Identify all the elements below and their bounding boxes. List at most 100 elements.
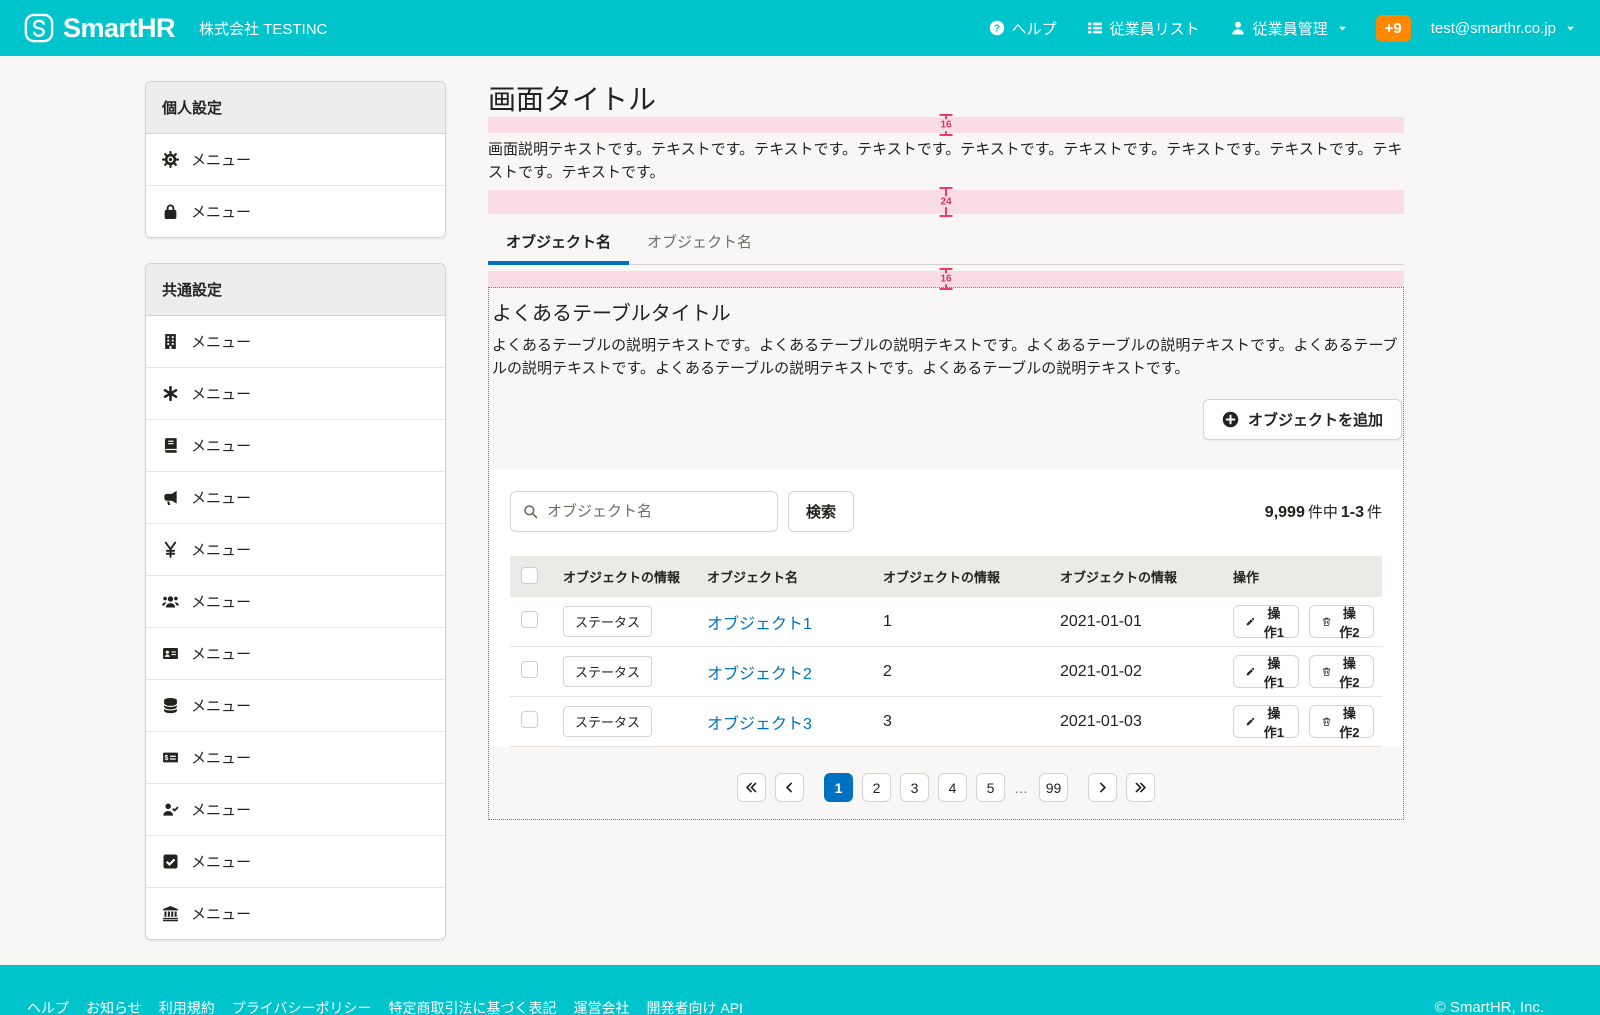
footer-link[interactable]: プライバシーポリシー — [232, 998, 372, 1015]
footer-link[interactable]: 利用規約 — [159, 998, 215, 1015]
result-count: 9,999件中1-3件 — [1265, 501, 1382, 522]
sidebar-menu-item[interactable]: $ メニュー — [146, 731, 445, 783]
sidebar-menu-item[interactable]: メニュー — [146, 887, 445, 939]
sidebar-menu-item[interactable]: メニュー — [146, 316, 445, 367]
tab-1-active[interactable]: オブジェクト名 — [488, 222, 629, 264]
header-nav-item[interactable]: 従業員リスト — [1087, 18, 1200, 39]
pagination-last-button[interactable] — [1126, 773, 1155, 802]
measure-label: 16 — [938, 119, 953, 131]
sidebar-menu-item[interactable]: メニュー — [146, 471, 445, 523]
pagination-page-2[interactable]: 2 — [862, 773, 891, 802]
account-menu[interactable]: test@smarthr.co.jp — [1431, 20, 1576, 37]
footer-link[interactable]: 開発者向け API — [646, 998, 742, 1015]
select-all-checkbox[interactable] — [521, 567, 538, 584]
sidebar-section-title: 共通設定 — [146, 264, 445, 316]
row-select-cell — [510, 611, 563, 633]
app-footer: ヘルプお知らせ利用規約プライバシーポリシー特定商取引法に基づく表記運営会社開発者… — [0, 965, 1600, 1015]
object-link[interactable]: オブジェクト3 — [707, 716, 812, 733]
search-icon — [523, 504, 538, 519]
app-header: SmartHR 株式会社 TESTINC ? ヘルプ 従業員リスト 従業員管理 … — [0, 0, 1600, 56]
chevron-right-icon — [1096, 781, 1109, 794]
pagination-page-5[interactable]: 5 — [976, 773, 1005, 802]
sidebar-menu-item[interactable]: メニュー — [146, 783, 445, 835]
sidebar-menu-item[interactable]: メニュー — [146, 134, 445, 185]
tab-2[interactable]: オブジェクト名 — [629, 222, 770, 264]
row-action-button[interactable]: 操作2 — [1309, 655, 1375, 688]
table-row: ステータス オブジェクト3 3 2021-01-03 操作1 操作2 — [510, 697, 1382, 747]
row-action-button[interactable]: 操作2 — [1309, 605, 1375, 638]
chevrons-right-icon — [1134, 781, 1147, 794]
pagination-page-4[interactable]: 4 — [938, 773, 967, 802]
chevron-left-icon — [783, 781, 796, 794]
sidebar-menu-item[interactable]: メニュー — [146, 419, 445, 471]
actions-cell: 操作1 操作2 — [1233, 655, 1382, 688]
pagination-first-button[interactable] — [737, 773, 766, 802]
sidebar-menu-item[interactable]: メニュー — [146, 523, 445, 575]
account-email: test@smarthr.co.jp — [1431, 20, 1556, 37]
pagination: 12345…99 — [490, 773, 1402, 802]
pagination-page-3[interactable]: 3 — [900, 773, 929, 802]
sidebar-menu-item[interactable]: メニュー — [146, 185, 445, 237]
status-badge: ステータス — [563, 706, 652, 737]
landmark-icon — [162, 905, 179, 922]
table-card: 検索 9,999件中1-3件 オブジェクトの情報オブジェクト名オブジェクトの情報… — [490, 469, 1402, 747]
lock-icon — [162, 203, 179, 220]
sidebar-menu-list: メニュー メニュー — [146, 134, 445, 237]
row-action-button[interactable]: 操作1 — [1233, 705, 1299, 738]
users-icon — [162, 593, 179, 610]
check-square-icon — [162, 853, 179, 870]
add-object-label: オブジェクトを追加 — [1248, 409, 1383, 430]
search-input[interactable] — [547, 503, 765, 520]
row-select-cell — [510, 711, 563, 733]
footer-link[interactable]: 特定商取引法に基づく表記 — [388, 998, 556, 1015]
object-link[interactable]: オブジェクト2 — [707, 666, 812, 683]
id-card-icon — [162, 645, 179, 662]
question-circle-icon: ? — [989, 20, 1005, 36]
sidebar-menu-item[interactable]: メニュー — [146, 627, 445, 679]
spacing-annotation-16: 16 — [488, 271, 1404, 287]
add-object-button[interactable]: オブジェクトを追加 — [1203, 399, 1402, 440]
status-badge: ステータス — [563, 656, 652, 687]
pencil-icon — [1246, 615, 1255, 628]
sidebar-menu-item[interactable]: メニュー — [146, 367, 445, 419]
actions-cell: 操作1 操作2 — [1233, 605, 1382, 638]
row-action-button[interactable]: 操作1 — [1233, 655, 1299, 688]
object-link[interactable]: オブジェクト1 — [707, 616, 812, 633]
row-action-button[interactable]: 操作2 — [1309, 705, 1375, 738]
page-description: 画面説明テキストです。テキストです。テキストです。テキストです。テキストです。テ… — [488, 138, 1404, 185]
search-button[interactable]: 検索 — [788, 491, 854, 532]
sidebar-menu-item[interactable]: メニュー — [146, 679, 445, 731]
column-header: 操作 — [1233, 567, 1382, 586]
sidebar-menu-item[interactable]: メニュー — [146, 835, 445, 887]
sidebar-section-title: 個人設定 — [146, 82, 445, 134]
page-body: 個人設定 メニュー メニュー 共通設定 メニュー メニュー メニュー メニュー … — [0, 56, 1600, 965]
row-action-button[interactable]: 操作1 — [1233, 605, 1299, 638]
footer-link[interactable]: お知らせ — [86, 998, 142, 1015]
chevrons-left-icon — [745, 781, 758, 794]
sidebar-menu-item[interactable]: メニュー — [146, 575, 445, 627]
search-row: 検索 9,999件中1-3件 — [510, 479, 1382, 544]
measure-label: 24 — [938, 196, 953, 208]
pagination-page-1[interactable]: 1 — [824, 773, 853, 802]
row-checkbox[interactable] — [521, 661, 538, 678]
footer-link[interactable]: 運営会社 — [573, 998, 629, 1015]
pagination-page-99[interactable]: 99 — [1039, 773, 1068, 802]
column-header: オブジェクトの情報 — [883, 567, 1060, 586]
row-checkbox[interactable] — [521, 711, 538, 728]
notification-count-badge[interactable]: +9 — [1376, 15, 1411, 42]
column-header: オブジェクト名 — [707, 567, 883, 586]
header-nav-item[interactable]: 従業員管理 — [1230, 18, 1348, 39]
pencil-icon — [1246, 715, 1255, 728]
object-date-cell: 2021-01-02 — [1060, 663, 1233, 681]
building-icon — [162, 333, 179, 350]
page-title: 画面タイトル — [488, 82, 1404, 117]
object-search-box[interactable] — [510, 491, 778, 532]
header-nav-item[interactable]: ? ヘルプ — [989, 18, 1057, 39]
pagination-next-button[interactable] — [1088, 773, 1117, 802]
select-all-cell — [510, 567, 563, 587]
row-checkbox[interactable] — [521, 611, 538, 628]
smarthr-logo[interactable]: SmartHR — [24, 13, 175, 44]
footer-link[interactable]: ヘルプ — [27, 998, 69, 1015]
count-total: 9,999 — [1265, 504, 1305, 521]
pagination-prev-button[interactable] — [775, 773, 804, 802]
